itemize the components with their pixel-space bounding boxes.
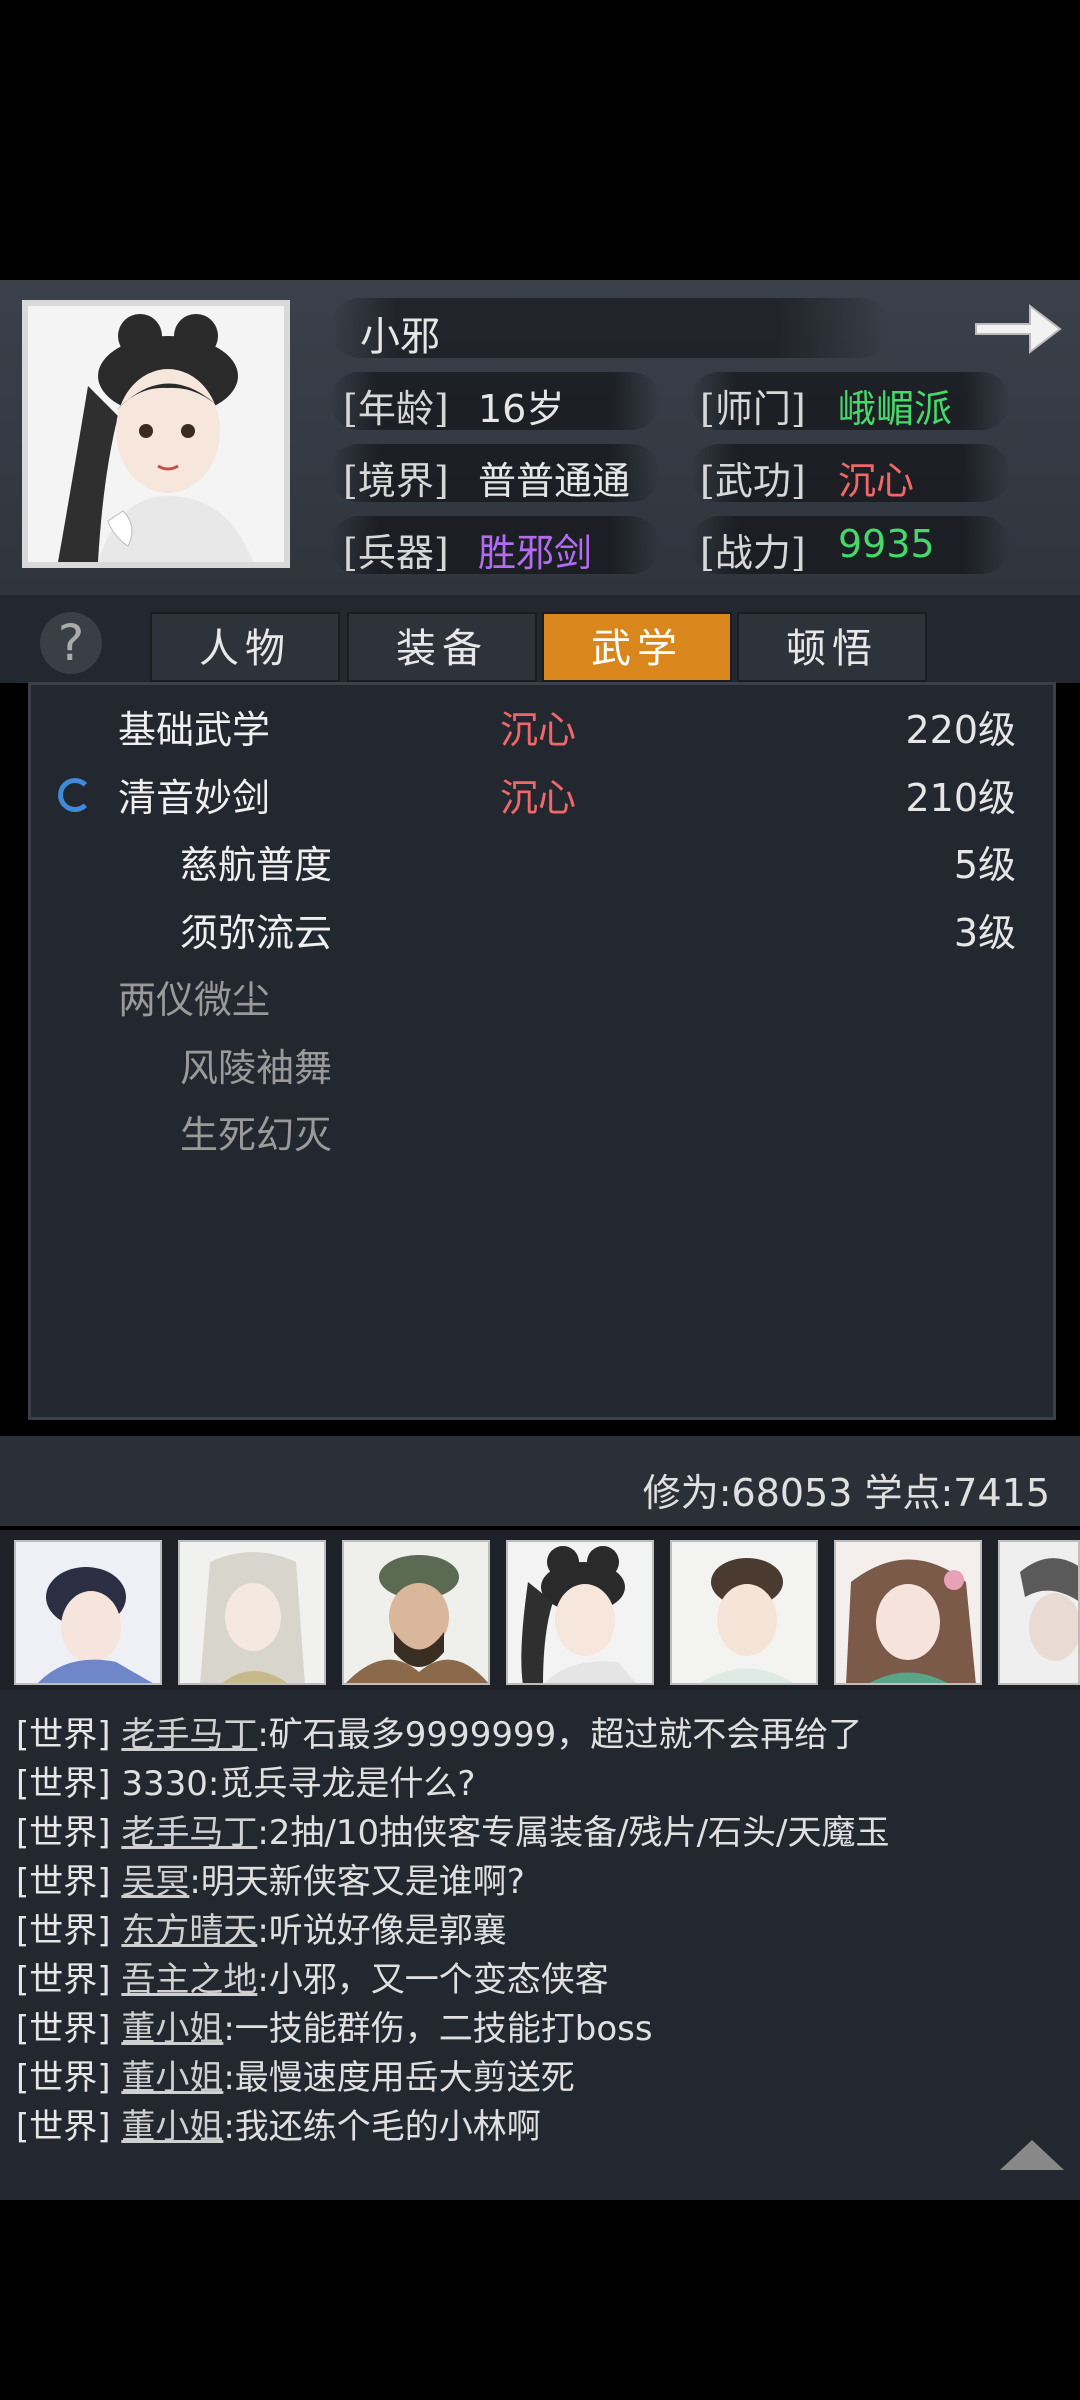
hero-portrait <box>180 1542 324 1683</box>
skill-row[interactable]: 基础武学 沉心 220级 <box>118 700 1016 760</box>
chat-message: :矿石最多9999999，超过就不会再给了 <box>257 1715 863 1755</box>
realm-value: 普普通通 <box>478 459 631 503</box>
chat-message: :一技能群伤，二技能打boss <box>223 2009 653 2049</box>
age-label: [年龄] <box>343 387 449 431</box>
hero-portrait <box>1000 1542 1078 1683</box>
age-value: 16岁 <box>478 387 565 431</box>
school-value: 峨嵋派 <box>838 387 953 431</box>
chat-nickname[interactable]: 东方晴天 <box>121 1911 257 1951</box>
chat-nickname[interactable]: 老手马丁 <box>121 1715 257 1755</box>
hero-portrait <box>344 1542 488 1683</box>
hero-portrait <box>508 1542 652 1683</box>
tab-character[interactable]: 人物 <box>150 612 340 682</box>
martial-value: 沉心 <box>838 459 915 503</box>
hero-avatar[interactable] <box>834 1540 982 1685</box>
weapon-label: [兵器] <box>343 531 449 575</box>
school-label: [师门] <box>700 387 806 431</box>
hero-avatar[interactable] <box>178 1540 326 1685</box>
hero-portrait <box>672 1542 816 1683</box>
chat-channel: [世界] <box>16 1715 111 1755</box>
hero-avatar[interactable] <box>342 1540 490 1685</box>
chat-line: [世界] 吾主之地:小邪，又一个变态侠客 <box>16 1952 609 2001</box>
chat-line: [世界] 老手马丁:矿石最多9999999，超过就不会再给了 <box>16 1707 862 1756</box>
help-icon[interactable]: ? <box>40 612 102 674</box>
chat-message: :小邪，又一个变态侠客 <box>257 1960 609 2000</box>
weapon-value: 胜邪剑 <box>478 531 593 575</box>
cultivation-stats: 修为:68053 学点:7415 <box>642 1471 1050 1515</box>
hero-portrait <box>16 1542 160 1683</box>
skill-row[interactable]: 两仪微尘 <box>118 970 1016 1030</box>
chat-channel: [世界] <box>16 1862 111 1902</box>
skill-style: 沉心 <box>500 708 577 752</box>
hero-portrait <box>836 1542 980 1683</box>
hero-avatar[interactable] <box>998 1540 1080 1685</box>
chat-line: [世界] 老手马丁:2抽/10抽侠客专属装备/残片/石头/天魔玉 <box>16 1805 890 1854</box>
hero-avatar[interactable] <box>670 1540 818 1685</box>
chat-message: 3330:觅兵寻龙是什么? <box>121 1764 476 1804</box>
chat-message: :我还练个毛的小林啊 <box>223 2107 541 2147</box>
chat-line: [世界] 董小姐:我还练个毛的小林啊 <box>16 2099 541 2148</box>
chat-scroll-up-icon[interactable] <box>1000 2140 1064 2170</box>
chat-channel: [世界] <box>16 1764 111 1804</box>
tab-martial-arts[interactable]: 武学 <box>542 612 732 682</box>
skill-level: 220级 <box>905 708 1016 752</box>
power-value: 9935 <box>838 522 935 566</box>
chat-line: [世界] 董小姐:一技能群伤，二技能打boss <box>16 2001 653 2050</box>
hero-avatar[interactable] <box>506 1540 654 1685</box>
character-name: 小邪 <box>360 314 440 360</box>
portrait-illustration <box>28 306 284 562</box>
tab-equipment[interactable]: 装备 <box>347 612 537 682</box>
chat-message: :听说好像是郭襄 <box>257 1911 507 1951</box>
skill-name: 慈航普度 <box>180 843 333 887</box>
chat-nickname[interactable]: 董小姐 <box>121 2058 223 2098</box>
chat-line: [世界] 吴冥:明天新侠客又是谁啊? <box>16 1854 525 1903</box>
chat-nickname[interactable]: 吾主之地 <box>121 1960 257 2000</box>
chat-nickname[interactable]: 老手马丁 <box>121 1813 257 1853</box>
skill-level: 5级 <box>953 843 1016 887</box>
chat-channel: [世界] <box>16 1911 111 1951</box>
loading-spinner-icon <box>58 778 92 812</box>
skill-level: 3级 <box>953 911 1016 955</box>
chat-channel: [世界] <box>16 1960 111 2000</box>
character-portrait[interactable] <box>22 300 290 568</box>
chat-channel: [世界] <box>16 2009 111 2049</box>
skill-row[interactable]: 生死幻灭 <box>180 1105 1016 1165</box>
skill-row[interactable]: 风陵袖舞 <box>180 1038 1016 1098</box>
skill-name: 须弥流云 <box>180 911 333 955</box>
skill-style: 沉心 <box>500 776 577 820</box>
chat-message: :明天新侠客又是谁啊? <box>189 1862 525 1902</box>
chat-message: :2抽/10抽侠客专属装备/残片/石头/天魔玉 <box>257 1813 890 1853</box>
chat-line: [世界] 3330:觅兵寻龙是什么? <box>16 1756 475 1805</box>
skill-name: 风陵袖舞 <box>180 1046 333 1090</box>
hero-avatar[interactable] <box>14 1540 162 1685</box>
skill-name: 基础武学 <box>118 708 271 752</box>
chat-nickname[interactable]: 董小姐 <box>121 2107 223 2147</box>
skill-name: 生死幻灭 <box>180 1113 333 1157</box>
tab-enlightenment[interactable]: 顿悟 <box>737 612 927 682</box>
skill-name: 两仪微尘 <box>118 978 271 1022</box>
skill-row[interactable]: 须弥流云 3级 <box>180 903 1016 963</box>
chat-nickname[interactable]: 吴冥 <box>121 1862 189 1902</box>
chat-nickname[interactable]: 董小姐 <box>121 2009 223 2049</box>
martial-label: [武功] <box>700 459 806 503</box>
skill-level: 210级 <box>905 776 1016 820</box>
skill-row[interactable]: 清音妙剑 沉心 210级 <box>118 768 1016 828</box>
power-label: [战力] <box>700 531 806 575</box>
next-arrow-icon[interactable] <box>972 296 1064 362</box>
chat-channel: [世界] <box>16 2107 111 2147</box>
realm-label: [境界] <box>343 459 449 503</box>
chat-message: :最慢速度用岳大剪送死 <box>223 2058 575 2098</box>
skill-name: 清音妙剑 <box>118 776 271 820</box>
chat-line: [世界] 董小姐:最慢速度用岳大剪送死 <box>16 2050 575 2099</box>
chat-line: [世界] 东方晴天:听说好像是郭襄 <box>16 1903 507 1952</box>
skill-row[interactable]: 慈航普度 5级 <box>180 835 1016 895</box>
chat-channel: [世界] <box>16 1813 111 1853</box>
chat-channel: [世界] <box>16 2058 111 2098</box>
